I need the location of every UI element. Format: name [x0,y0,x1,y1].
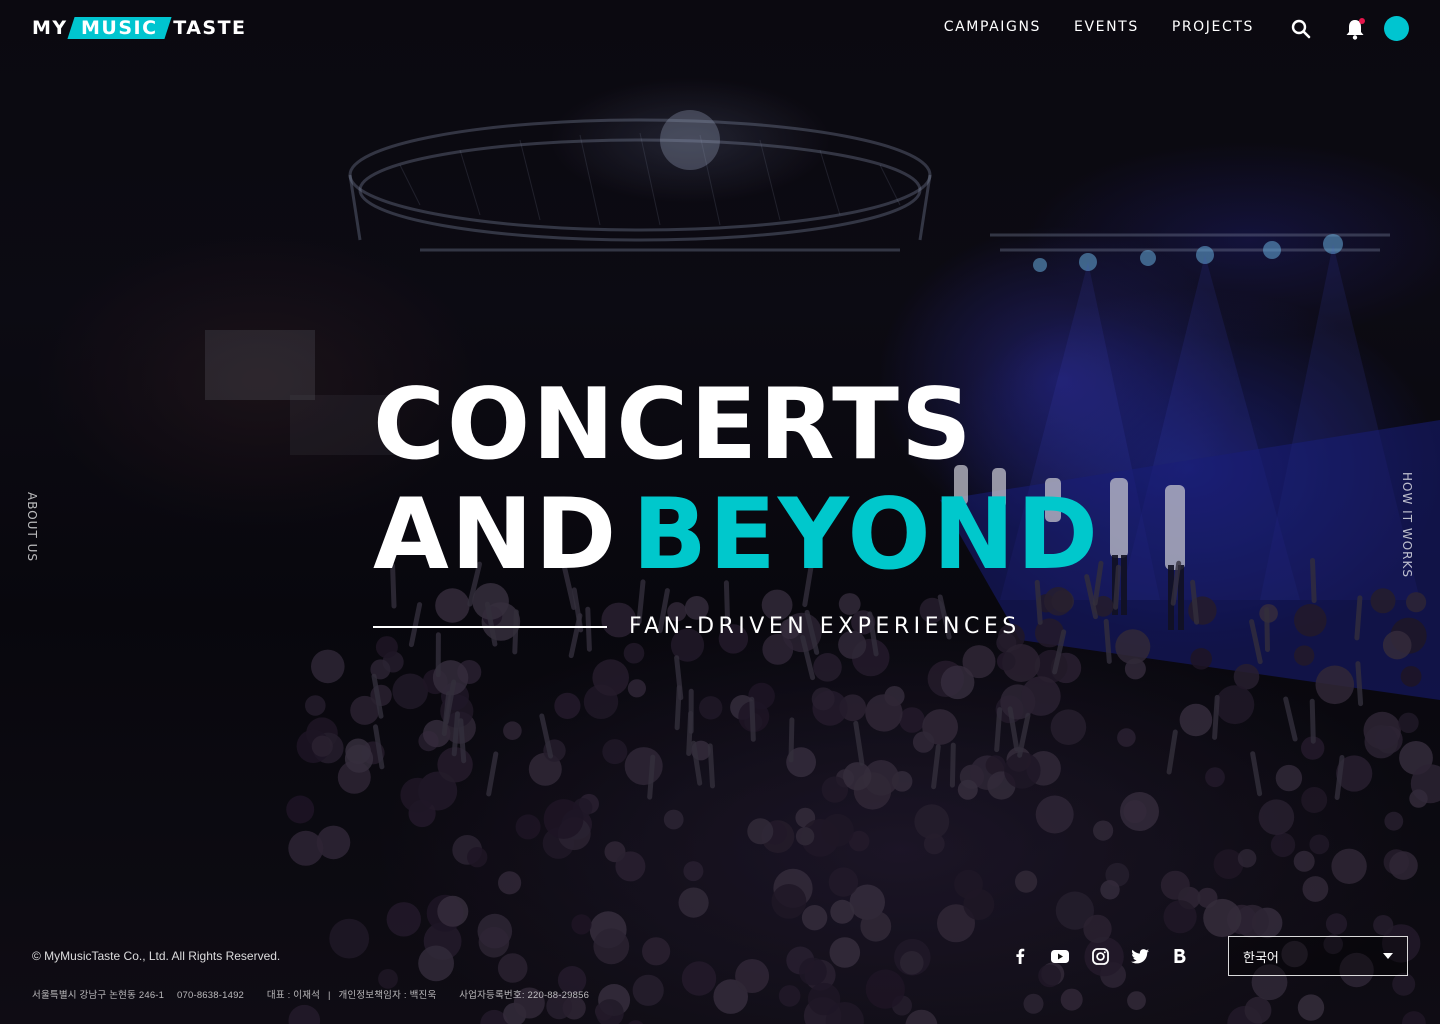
privacy-officer: 개인정보책임자 : 백진욱 [338,990,437,1001]
main-nav: CAMPAIGNS EVENTS PROJECTS [944,19,1254,35]
twitter-icon [1131,948,1149,963]
how-it-works-link[interactable]: HOW IT WORKS [1400,472,1414,578]
language-select-value: 한국어 [1243,950,1279,966]
facebook-link[interactable] [1010,945,1030,967]
search-icon [1291,19,1311,39]
company-address: 서울특별시 강남구 논현동 246-1 [32,990,165,1001]
youtube-icon [1051,949,1069,963]
logo-taste-text: TASTE [173,17,247,39]
chevron-down-icon [1383,953,1393,959]
blog-icon [1174,949,1186,963]
hero-headline: CONCERTS AND BEYOND [373,370,1100,590]
instagram-icon [1091,947,1109,965]
company-info: 서울특별시 강남구 논현동 246-1 070-8638-1492 대표 : 이… [32,990,590,1001]
search-button[interactable] [1288,16,1314,42]
tagline-row: FAN-DRIVEN EXPERIENCES [373,614,1021,639]
site-header: MY MUSIC TASTE CAMPAIGNS EVENTS PROJECTS [0,0,1440,58]
bell-icon [1346,18,1365,40]
hero-and-text: AND [373,478,619,592]
about-us-link[interactable]: ABOUT US [25,492,39,562]
mymusictaste-logo[interactable]: MY MUSIC TASTE [32,17,247,39]
copyright-text: © MyMusicTaste Co., Ltd. All Rights Rese… [32,949,281,963]
nav-projects[interactable]: PROJECTS [1172,19,1254,35]
nav-events[interactable]: EVENTS [1074,19,1139,35]
logo-my-text: MY [32,17,68,39]
language-select[interactable]: 한국어 [1228,936,1408,976]
tagline-divider [373,625,607,628]
logo-music-badge: MUSIC [67,17,171,39]
hero-line-1: CONCERTS [373,368,974,482]
facebook-icon [1016,948,1025,964]
notifications-button[interactable] [1342,16,1368,42]
notification-dot [1359,18,1365,24]
nav-campaigns[interactable]: CAMPAIGNS [944,19,1041,35]
instagram-link[interactable] [1090,945,1110,967]
hero-beyond-text: BEYOND [632,478,1101,592]
business-number: 사업자등록번호: 220-88-29856 [459,990,590,1001]
hero-line-2: AND BEYOND [373,480,1100,590]
hero-tagline: FAN-DRIVEN EXPERIENCES [629,614,1021,639]
twitter-link[interactable] [1130,945,1150,967]
blog-link[interactable] [1170,945,1190,967]
company-phone: 070-8638-1492 [177,990,245,1001]
youtube-link[interactable] [1050,945,1070,967]
user-avatar[interactable] [1384,16,1409,41]
social-links [1010,945,1190,967]
logo-music-text: MUSIC [80,17,158,39]
company-ceo: 대표 : 이재석 [266,990,321,1001]
